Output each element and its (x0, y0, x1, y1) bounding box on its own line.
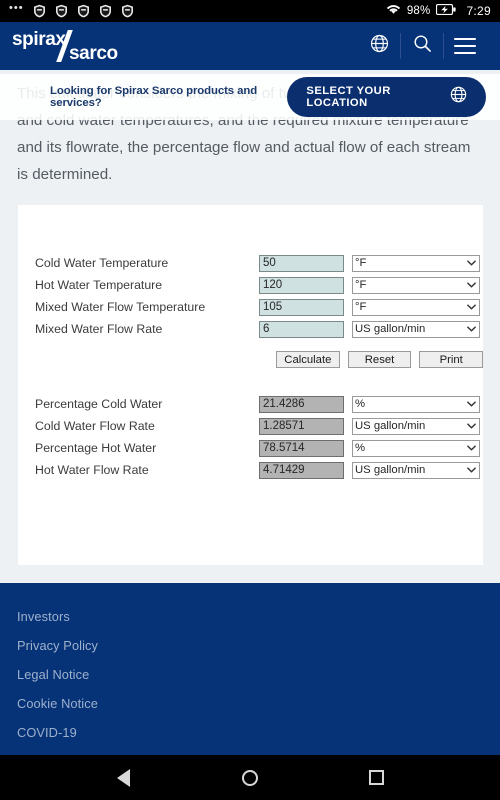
print-button[interactable]: Print (419, 351, 484, 368)
globe-icon (370, 34, 389, 58)
unit-label: US gallon/min (355, 464, 426, 476)
select-location-label: SELECT YOUR LOCATION (306, 85, 391, 109)
hamburger-menu-button[interactable] (444, 31, 486, 61)
recents-square-icon (369, 770, 385, 785)
calculator-results-section: Percentage Cold Water % Cold Water Flow … (18, 368, 483, 480)
cold-water-flow-rate-unit-select[interactable]: US gallon/min (352, 417, 480, 435)
result-row: Percentage Cold Water % (18, 394, 483, 414)
reset-button[interactable]: Reset (347, 351, 412, 368)
header-actions (358, 31, 486, 61)
app-root: ••• 98% 7:29 spirax sarco and cold water… (0, 0, 500, 800)
footer-link-cookie-notice[interactable]: Cookie Notice (17, 696, 500, 711)
mixed-water-flow-rate-input[interactable] (259, 320, 344, 338)
mixed-water-flow-temperature-input[interactable] (259, 298, 344, 316)
unit-label: US gallon/min (355, 323, 426, 335)
clock-label: 7:29 (466, 4, 491, 18)
wifi-icon (386, 2, 401, 20)
nav-back-button[interactable] (101, 763, 145, 793)
logo-text-top: spirax (12, 29, 66, 50)
cold-water-temperature-unit-select[interactable]: °F (352, 254, 480, 272)
footer-link-privacy-policy[interactable]: Privacy Policy (17, 638, 500, 653)
result-row: Cold Water Flow Rate US gallon/min (18, 416, 483, 436)
footer-link-investors[interactable]: Investors (17, 609, 500, 624)
search-icon (413, 34, 432, 58)
chevron-down-icon (465, 467, 477, 473)
input-row: Mixed Water Flow Temperature °F (18, 297, 483, 317)
logo-text-bottom: sarco (69, 43, 118, 64)
hot-water-flow-rate-output (259, 461, 344, 479)
shield-icon (121, 4, 134, 18)
result-label: Percentage Hot Water (35, 441, 157, 455)
shield-icon (77, 4, 90, 18)
site-footer: Investors Privacy Policy Legal Notice Co… (0, 583, 500, 755)
chevron-down-icon (465, 401, 477, 407)
home-circle-icon (241, 769, 258, 786)
input-label: Mixed Water Flow Temperature (35, 300, 206, 314)
unit-label: % (355, 398, 366, 410)
battery-percent-label: 98% (406, 5, 431, 17)
calculate-button[interactable]: Calculate (276, 351, 340, 368)
percentage-hot-water-unit-select[interactable]: % (352, 439, 480, 457)
android-nav-bar (0, 755, 500, 800)
footer-link-legal-notice[interactable]: Legal Notice (17, 667, 500, 682)
chevron-down-icon (465, 423, 477, 429)
mixed-water-flow-temperature-unit-select[interactable]: °F (352, 298, 480, 316)
globe-language-button[interactable] (358, 31, 400, 61)
shield-icon (99, 4, 112, 18)
unit-label: °F (355, 301, 367, 313)
shield-icon (55, 4, 68, 18)
overflow-dots-icon: ••• (9, 1, 24, 14)
search-button[interactable] (401, 31, 443, 61)
input-label: Hot Water Temperature (35, 278, 163, 292)
globe-icon (450, 86, 467, 108)
percentage-cold-water-unit-select[interactable]: % (352, 395, 480, 413)
select-your-location-button[interactable]: SELECT YOUR LOCATION (287, 77, 486, 117)
chevron-down-icon (465, 326, 477, 332)
input-label: Mixed Water Flow Rate (35, 322, 163, 336)
back-triangle-icon (116, 768, 130, 787)
nav-home-button[interactable] (228, 763, 272, 793)
location-banner-message: Looking for Spirax Sarco products and se… (50, 85, 258, 109)
result-row: Percentage Hot Water % (18, 438, 483, 458)
result-row: Hot Water Flow Rate US gallon/min (18, 460, 483, 480)
unit-label: % (355, 442, 366, 454)
chevron-down-icon (465, 445, 477, 451)
unit-label: °F (355, 257, 367, 269)
hamburger-menu-icon (454, 38, 476, 54)
nav-recents-button[interactable] (355, 763, 399, 793)
footer-link-covid-19[interactable]: COVID-19 (17, 725, 500, 740)
input-row: Hot Water Temperature °F (18, 275, 483, 295)
mixed-water-flow-rate-unit-select[interactable]: US gallon/min (352, 320, 480, 338)
shield-icon (33, 4, 46, 18)
result-label: Percentage Cold Water (35, 397, 163, 411)
hot-water-temperature-unit-select[interactable]: °F (352, 276, 480, 294)
result-label: Hot Water Flow Rate (35, 463, 149, 477)
calculator-action-buttons: Calculate Reset Print (18, 351, 484, 368)
hot-water-temperature-input[interactable] (259, 276, 344, 294)
unit-label: US gallon/min (355, 420, 426, 432)
result-label: Cold Water Flow Rate (35, 419, 155, 433)
percentage-hot-water-output (259, 439, 344, 457)
spirax-sarco-logo[interactable]: spirax sarco (12, 28, 137, 64)
android-status-bar: ••• 98% 7:29 (0, 0, 500, 22)
status-bar-right: 98% 7:29 (386, 2, 491, 20)
site-header: spirax sarco (0, 22, 500, 70)
unit-label: °F (355, 279, 367, 291)
status-bar-left: ••• (9, 1, 134, 18)
battery-charging-icon (436, 2, 457, 20)
input-row: Cold Water Temperature °F (18, 253, 483, 273)
input-label: Cold Water Temperature (35, 256, 169, 270)
chevron-down-icon (465, 282, 477, 288)
calculator-card: Cold Water Temperature °F Hot Water Temp… (18, 205, 484, 565)
chevron-down-icon (465, 260, 477, 266)
input-row: Mixed Water Flow Rate US gallon/min (18, 319, 483, 339)
chevron-down-icon (465, 304, 477, 310)
hot-water-flow-rate-unit-select[interactable]: US gallon/min (352, 461, 480, 479)
location-banner: Looking for Spirax Sarco products and se… (0, 74, 500, 120)
percentage-cold-water-output (259, 395, 344, 413)
cold-water-temperature-input[interactable] (259, 254, 344, 272)
cold-water-flow-rate-output (259, 417, 344, 435)
calculator-inputs-section: Cold Water Temperature °F Hot Water Temp… (18, 205, 484, 368)
